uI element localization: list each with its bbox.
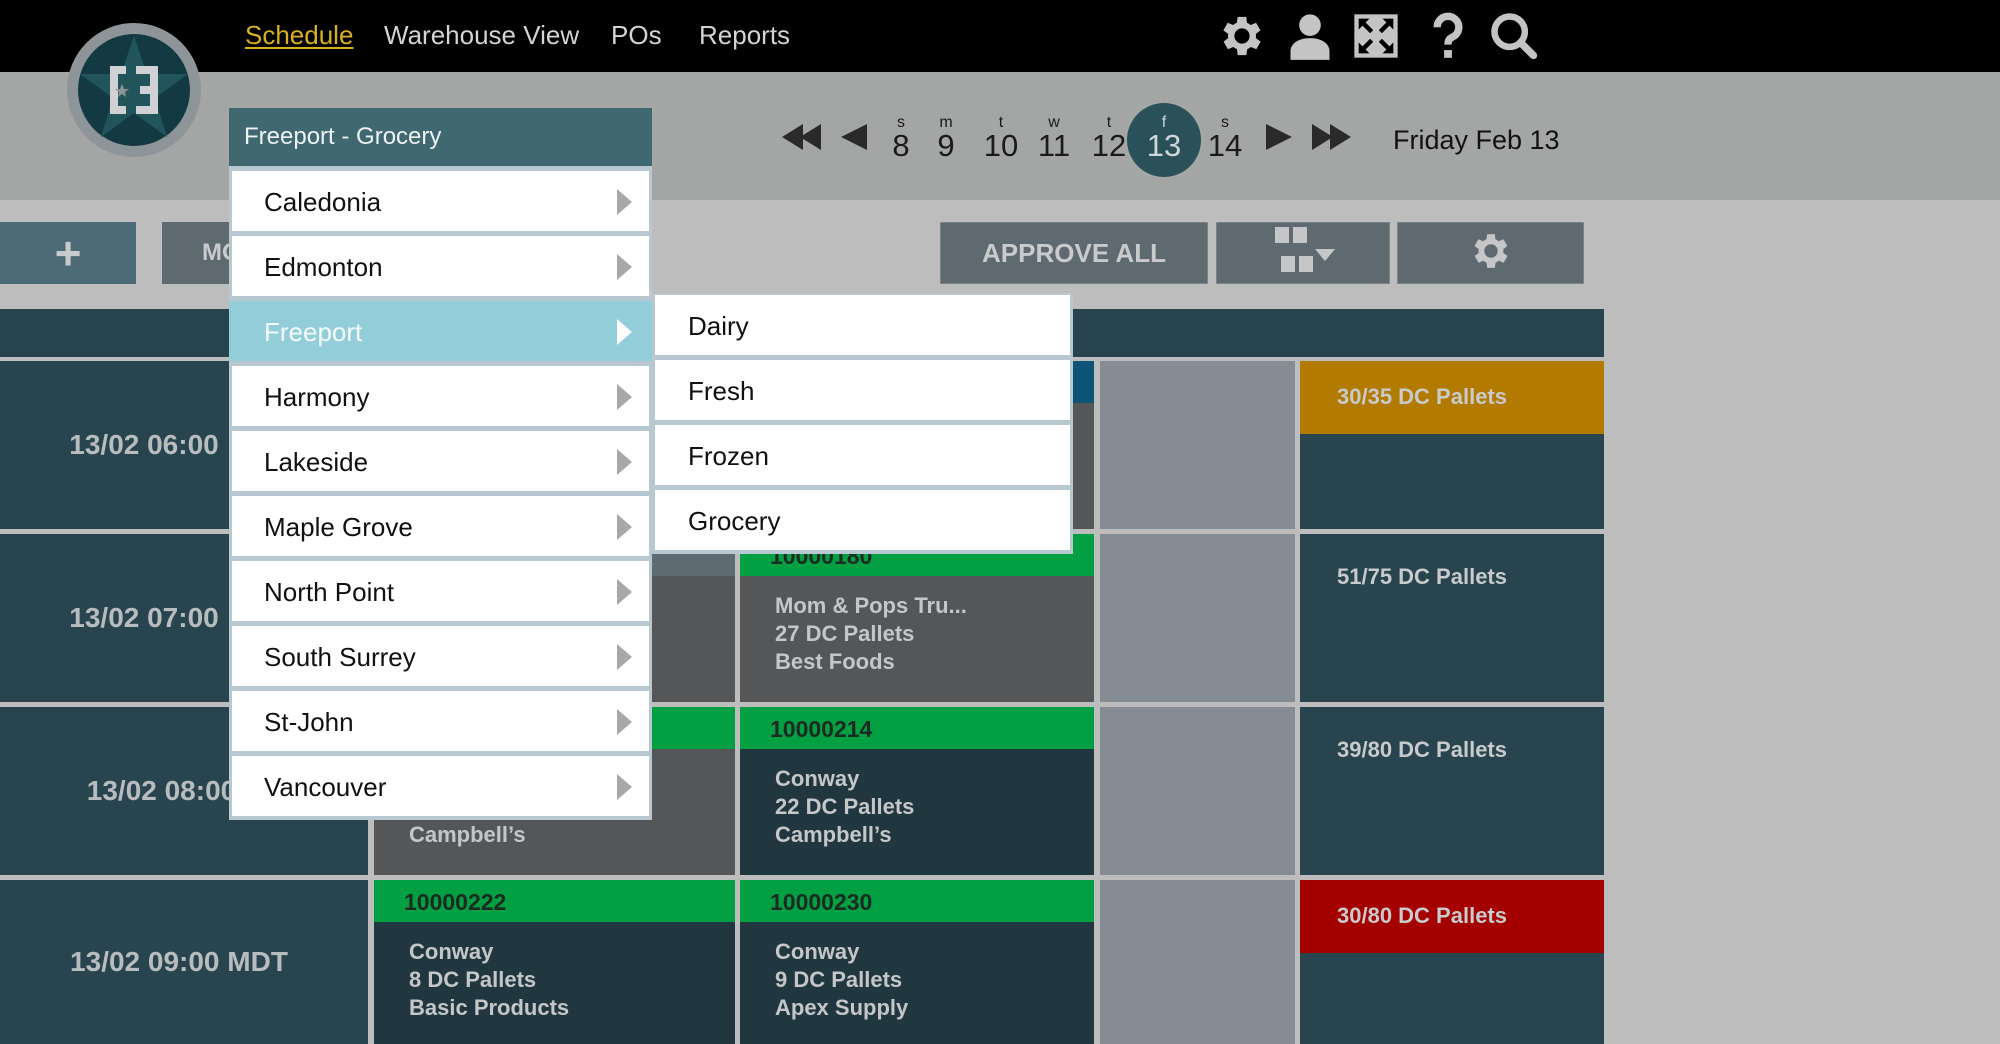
appointment-details: Conway 9 DC Pallets Apex Supply: [775, 938, 908, 1022]
appointment-cell[interactable]: 10000214 Conway 22 DC Pallets Campbell’s: [740, 707, 1094, 875]
location-dropdown-title[interactable]: Freeport - Grocery: [229, 108, 652, 166]
day-11[interactable]: w 11: [1029, 115, 1079, 162]
day-13-selected[interactable]: f 13: [1139, 115, 1189, 162]
carrier-name: Conway: [409, 939, 494, 964]
location-item-north-point[interactable]: North Point: [232, 561, 649, 621]
time-slot-label: 13/02 08:00: [86, 775, 237, 806]
nav-pos[interactable]: POs: [611, 20, 662, 51]
vendor-name: Apex Supply: [775, 995, 909, 1020]
top-bar: Schedule Warehouse View POs Reports: [0, 0, 2000, 72]
location-item-lakeside[interactable]: Lakeside: [232, 431, 649, 491]
pallet-count: 27 DC Pallets: [775, 621, 915, 646]
appointment-details: Mom & Pops Tru... 27 DC Pallets Best Foo…: [775, 592, 967, 676]
pallet-count: 22 DC Pallets: [775, 794, 915, 819]
empty-slot-cell[interactable]: [1100, 880, 1295, 1044]
appointment-po-number: 10000222: [374, 880, 735, 922]
location-item-caledonia[interactable]: Caledonia: [232, 171, 649, 231]
chevron-right-icon: [617, 579, 632, 605]
capacity-label: 51/75 DC Pallets: [1337, 564, 1507, 589]
forward-week-icon[interactable]: [1309, 122, 1351, 157]
help-icon[interactable]: [1422, 10, 1474, 62]
appointment-po-number: 10000214: [740, 707, 1094, 749]
carrier-name: Mom & Pops Tru...: [775, 593, 967, 618]
rewind-week-icon[interactable]: [782, 122, 824, 157]
schedule-settings-button[interactable]: [1397, 222, 1584, 284]
add-button[interactable]: +: [0, 222, 136, 284]
location-item-harmony[interactable]: Harmony: [232, 366, 649, 426]
nav-reports[interactable]: Reports: [699, 20, 790, 51]
location-item-edmonton[interactable]: Edmonton: [232, 236, 649, 296]
user-icon[interactable]: [1284, 10, 1336, 62]
approve-all-label: APPROVE ALL: [982, 237, 1166, 268]
app-logo[interactable]: [66, 22, 202, 158]
capacity-cell: 30/35 DC Pallets: [1300, 361, 1604, 529]
day-14[interactable]: s 14: [1200, 115, 1250, 162]
department-item-fresh[interactable]: Fresh: [655, 360, 1070, 420]
nav-schedule[interactable]: Schedule: [245, 20, 353, 51]
department-item-dairy[interactable]: Dairy: [655, 295, 1070, 355]
day-9[interactable]: m9: [921, 115, 971, 162]
location-item-vancouver[interactable]: Vancouver: [232, 756, 649, 816]
pallet-count: 8 DC Pallets: [409, 967, 537, 992]
empty-slot-cell[interactable]: [1100, 707, 1295, 875]
capacity-cell: 39/80 DC Pallets: [1300, 707, 1604, 875]
chevron-right-icon: [617, 319, 632, 345]
carrier-name: Conway: [775, 939, 860, 964]
capacity-label: 30/35 DC Pallets: [1300, 361, 1604, 434]
vendor-name: Best Foods: [775, 649, 895, 674]
vendor-name: Basic Products: [409, 995, 570, 1020]
chevron-right-icon: [617, 449, 632, 475]
chevron-right-icon: [617, 709, 632, 735]
search-icon[interactable]: [1488, 10, 1540, 62]
pallet-count: 9 DC Pallets: [775, 967, 903, 992]
day-10[interactable]: t 10: [976, 115, 1026, 162]
location-item-maple-grove[interactable]: Maple Grove: [232, 496, 649, 556]
location-item-st-john[interactable]: St-John: [232, 691, 649, 751]
current-date-label: Friday Feb 13: [1393, 125, 1560, 155]
grid-layout-icon: [1263, 225, 1343, 282]
time-slot-label: 13/02 07:00: [69, 602, 219, 633]
department-item-grocery[interactable]: Grocery: [655, 490, 1070, 550]
gear-icon[interactable]: [1216, 10, 1268, 62]
time-slot-cell: 13/02 09:00 MDT: [0, 880, 368, 1044]
carrier-name: Conway: [775, 766, 860, 791]
nav-warehouse-view[interactable]: Warehouse View: [384, 20, 579, 51]
chevron-right-icon: [617, 514, 632, 540]
vendor-name: Campbell’s: [775, 822, 892, 847]
capacity-cell: 51/75 DC Pallets: [1300, 534, 1604, 702]
gear-icon: [1468, 228, 1514, 279]
department-item-frozen[interactable]: Frozen: [655, 425, 1070, 485]
chevron-right-icon: [617, 254, 632, 280]
location-item-freeport[interactable]: Freeport: [229, 301, 652, 361]
location-dropdown-menu: Freeport - Grocery Caledonia Edmonton Fr…: [229, 108, 652, 820]
expand-icon[interactable]: [1350, 10, 1402, 62]
time-slot-label: 13/02 09:00 MDT: [70, 946, 288, 977]
time-slot-label: 13/02 06:00: [69, 429, 219, 460]
day-8[interactable]: s8: [876, 115, 926, 162]
location-item-south-surrey[interactable]: South Surrey: [232, 626, 649, 686]
chevron-right-icon: [617, 384, 632, 410]
chevron-right-icon: [617, 774, 632, 800]
chevron-right-icon: [617, 189, 632, 215]
capacity-label: 39/80 DC Pallets: [1337, 737, 1507, 762]
department-submenu: Dairy Fresh Frozen Grocery: [652, 293, 1073, 554]
appointment-details: Conway 22 DC Pallets Campbell’s: [775, 765, 914, 849]
plus-icon: +: [54, 227, 82, 279]
capacity-label: 30/80 DC Pallets: [1300, 880, 1604, 953]
empty-slot-cell[interactable]: [1100, 361, 1295, 529]
previous-day-icon[interactable]: [841, 122, 869, 157]
chevron-right-icon: [617, 644, 632, 670]
vendor-name: Campbell’s: [409, 822, 526, 847]
appointment-details: Conway 8 DC Pallets Basic Products: [409, 938, 569, 1022]
next-day-icon[interactable]: [1264, 122, 1292, 157]
capacity-cell: 30/80 DC Pallets: [1300, 880, 1604, 1044]
approve-all-button[interactable]: APPROVE ALL: [940, 222, 1208, 284]
empty-slot-cell[interactable]: [1100, 534, 1295, 702]
appointment-cell[interactable]: 10000180 Mom & Pops Tru... 27 DC Pallets…: [740, 534, 1094, 702]
day-12[interactable]: t 12: [1084, 115, 1134, 162]
appointment-cell[interactable]: 10000230 Conway 9 DC Pallets Apex Supply: [740, 880, 1094, 1044]
view-layout-dropdown-button[interactable]: [1216, 222, 1390, 284]
appointment-cell[interactable]: 10000222 Conway 8 DC Pallets Basic Produ…: [374, 880, 735, 1044]
appointment-po-number: 10000230: [740, 880, 1094, 922]
